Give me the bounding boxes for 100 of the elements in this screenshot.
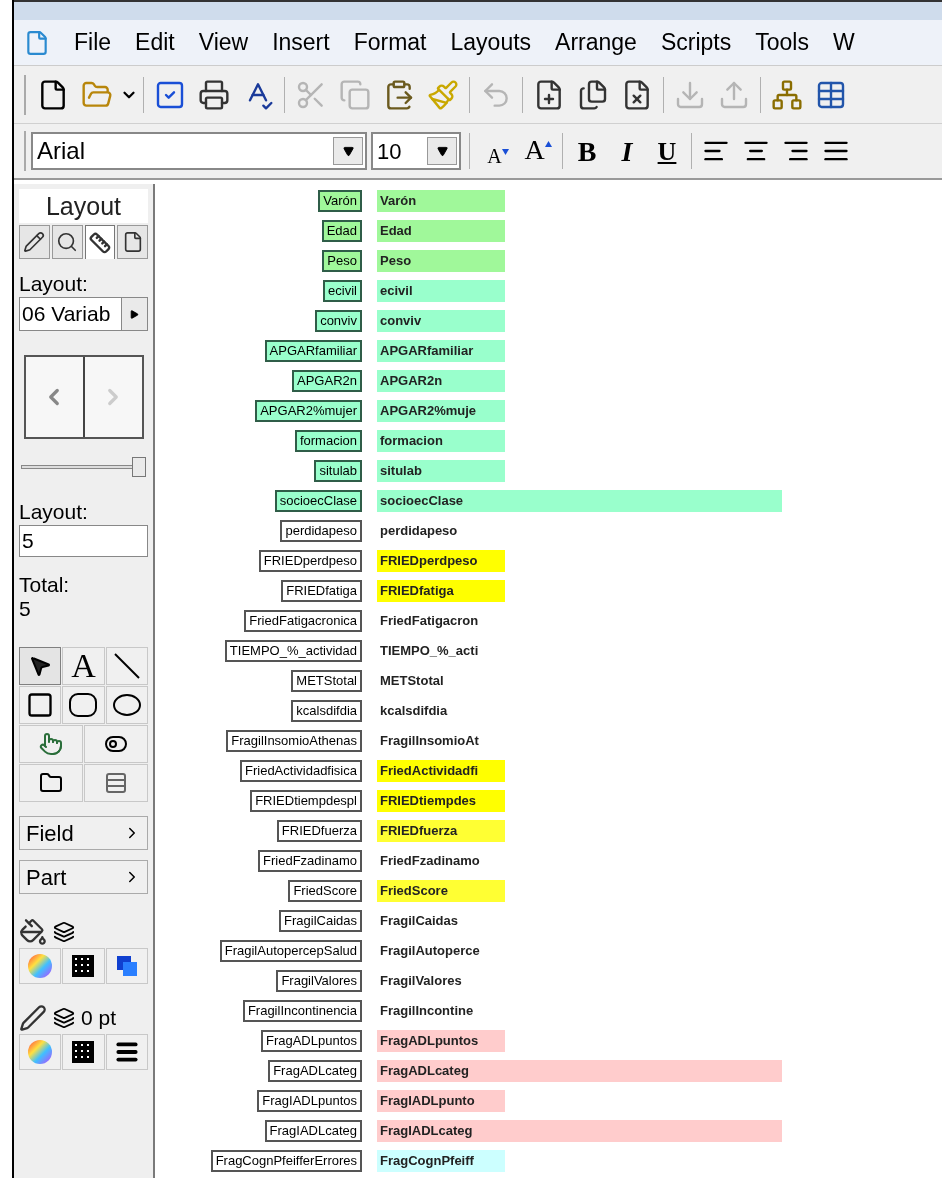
field-box[interactable]: FragilCaidas <box>377 910 505 932</box>
relationship-icon <box>771 78 803 111</box>
pointer-tool[interactable] <box>19 647 62 685</box>
field-box[interactable]: FriedScore <box>377 880 505 902</box>
field-box[interactable]: FragilIncontine <box>377 1000 505 1022</box>
field-box[interactable]: formacion <box>377 430 505 452</box>
field-box[interactable]: Edad <box>377 220 505 242</box>
field-box[interactable]: FRIEDfuerza <box>377 820 505 842</box>
field-box[interactable]: FRIEDperdpeso <box>377 550 505 572</box>
field-box[interactable]: TIEMPO_%_acti <box>377 640 505 662</box>
part-button[interactable]: Part <box>19 860 148 894</box>
menu-item[interactable]: Tools <box>743 25 821 60</box>
menu-item[interactable]: Scripts <box>648 25 744 60</box>
tab-control-tool[interactable] <box>19 764 83 802</box>
book-icon[interactable] <box>23 355 144 439</box>
field-box[interactable]: METStotal <box>377 670 505 692</box>
field-box[interactable]: ecivil <box>377 280 505 302</box>
grow-font-button[interactable]: A <box>518 131 558 171</box>
field-label: socioecClase <box>274 490 362 512</box>
shrink-font-button[interactable]: A <box>478 131 518 171</box>
ruler-icon <box>88 231 111 254</box>
font-size-dropdown[interactable]: 10 <box>371 132 461 170</box>
overlapping-squares-icon <box>114 954 139 978</box>
field-box[interactable]: FragADLpuntos <box>377 1030 505 1052</box>
rectangle-tool[interactable] <box>19 686 62 724</box>
field-label: Peso <box>322 250 362 272</box>
layout-number-field[interactable]: 5 <box>19 525 148 557</box>
oval-tool[interactable] <box>105 686 148 724</box>
line-width-button[interactable] <box>105 1034 148 1070</box>
field-label: Varón <box>318 190 362 212</box>
field-box[interactable]: FragIADLcateg <box>377 1120 782 1142</box>
field-box[interactable]: situlab <box>377 460 505 482</box>
menu-item[interactable]: Edit <box>123 25 187 60</box>
layout-dropdown[interactable]: 06 Variab <box>19 297 148 331</box>
field-box[interactable]: APGARfamiliar <box>377 340 505 362</box>
portal-tool[interactable] <box>84 764 148 802</box>
menu-item[interactable]: Insert <box>260 25 342 60</box>
slider-thumb[interactable] <box>132 457 146 477</box>
field-label: FriedScore <box>288 880 362 902</box>
menu-item[interactable]: Arrange <box>543 25 649 60</box>
field-box[interactable]: APGAR2%muje <box>377 400 505 422</box>
pointer-icon <box>28 654 53 678</box>
color-wheel-icon <box>27 953 54 979</box>
field-box[interactable]: kcalsdifdia <box>377 700 505 722</box>
record-slider[interactable] <box>21 457 146 477</box>
fill-pattern-button[interactable] <box>62 948 105 984</box>
line-pattern-button[interactable] <box>62 1034 105 1070</box>
field-label: FragCognPfeifferErrores <box>210 1150 362 1172</box>
field-label: kcalsdifdia <box>291 700 362 722</box>
field-box[interactable]: APGAR2n <box>377 370 505 392</box>
field-box[interactable]: FriedFzadinamo <box>377 850 505 872</box>
field-label: FragilInsomioAthenas <box>226 730 362 752</box>
total-label: Total: <box>19 573 71 597</box>
field-box[interactable]: perdidapeso <box>377 520 505 542</box>
button-tool[interactable] <box>19 725 83 763</box>
field-box[interactable]: Peso <box>377 250 505 272</box>
field-box[interactable]: FRIEDtiempdes <box>377 790 505 812</box>
menu-item[interactable]: W <box>820 25 867 60</box>
menu-item[interactable]: View <box>186 25 261 60</box>
field-label: formacion <box>294 430 362 452</box>
print-icon <box>198 78 230 111</box>
menu-item[interactable]: Format <box>341 25 439 60</box>
font-dropdown[interactable]: Arial <box>31 132 367 170</box>
layout-mode-tab[interactable] <box>84 225 116 259</box>
field-box[interactable]: FragIADLpunto <box>377 1090 505 1112</box>
menu-item[interactable]: Layouts <box>438 25 544 60</box>
text-tool[interactable]: A <box>62 647 105 685</box>
find-mode-tab[interactable] <box>51 225 83 259</box>
field-button[interactable]: Field <box>19 816 148 850</box>
fill-color-button[interactable] <box>19 948 62 984</box>
underline-button[interactable]: U <box>647 131 687 171</box>
field-label: APGAR2%mujer <box>255 400 362 422</box>
preview-mode-tab[interactable] <box>117 225 148 259</box>
field-box[interactable]: FriedFatigacron <box>377 610 505 632</box>
browse-mode-tab[interactable] <box>19 225 50 259</box>
field-box[interactable]: FRIEDfatiga <box>377 580 505 602</box>
field-label: APGARfamiliar <box>264 340 362 362</box>
line-color-button[interactable] <box>19 1034 62 1070</box>
field-box[interactable]: FragilValores <box>377 970 505 992</box>
field-box[interactable]: conviv <box>377 310 505 332</box>
field-box[interactable]: FragilAutoperce <box>377 940 505 962</box>
layout-number-label: Layout: <box>19 499 89 525</box>
field-box[interactable]: socioecClase <box>377 490 782 512</box>
effects-button[interactable] <box>105 948 148 984</box>
field-box[interactable]: Varón <box>377 190 505 212</box>
up-arrow-icon <box>544 141 552 147</box>
field-box[interactable]: FragADLcateg <box>377 1060 782 1082</box>
italic-button[interactable]: I <box>607 131 647 171</box>
line-icon <box>112 652 141 680</box>
field-box[interactable]: FriedActividadfi <box>377 760 505 782</box>
field-label: FRIEDfatiga <box>281 580 362 602</box>
field-control-tool[interactable] <box>84 725 148 763</box>
field-label: TIEMPO_%_actividad <box>224 640 362 662</box>
field-box[interactable]: FragilInsomioAt <box>377 730 505 752</box>
rounded-rectangle-tool[interactable] <box>62 686 105 724</box>
line-tool[interactable] <box>105 647 148 685</box>
bold-button[interactable]: B <box>567 131 607 171</box>
field-label: APGAR2n <box>292 370 362 392</box>
menu-item[interactable]: File <box>62 25 124 60</box>
field-box[interactable]: FragCognPfeiff <box>377 1150 505 1172</box>
